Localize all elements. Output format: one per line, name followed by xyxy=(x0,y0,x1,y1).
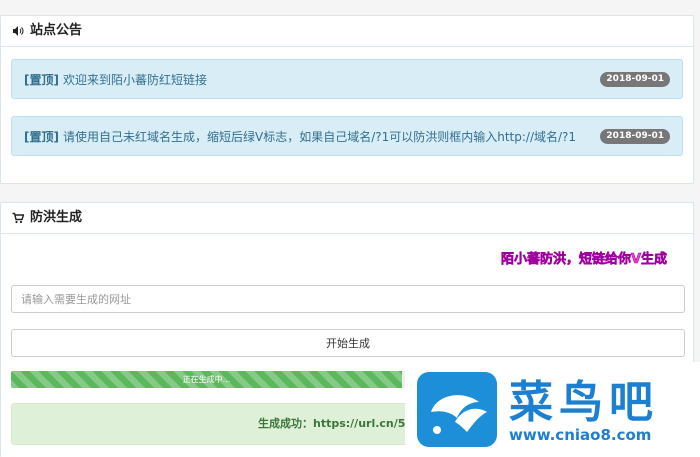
announcement-panel: 站点公告 [置顶] 欢迎来到陌小蕃防红短链接 2018-09-01 [置顶] 请… xyxy=(0,15,694,184)
date-badge: 2018-09-01 xyxy=(600,72,670,87)
cart-icon xyxy=(12,212,24,224)
notice-tag: [置顶] xyxy=(24,72,59,87)
announcement-header: 站点公告 xyxy=(1,16,693,47)
watermark-url: www.cniao8.com xyxy=(509,426,652,444)
notice-tag: [置顶] xyxy=(24,129,59,144)
notice-item: [置顶] 请使用自己未红域名生成，缩短后绿V标志，如果自己域名/?1可以防洪则框… xyxy=(11,116,683,156)
generator-title: 防洪生成 xyxy=(30,210,83,225)
generate-button[interactable]: 开始生成 xyxy=(11,329,685,357)
notice-text: 请使用自己未红域名生成，缩短后绿V标志，如果自己域名/?1可以防洪则框内输入ht… xyxy=(62,129,577,144)
notice-text: 欢迎来到陌小蕃防红短链接 xyxy=(62,72,207,87)
watermark-name: 菜鸟吧 xyxy=(509,377,659,428)
generator-header: 防洪生成 xyxy=(1,203,693,234)
announcement-title: 站点公告 xyxy=(30,23,83,38)
speaker-icon xyxy=(13,26,24,36)
notice-item: [置顶] 欢迎来到陌小蕃防红短链接 2018-09-01 xyxy=(11,59,683,99)
bird-logo-icon xyxy=(417,372,497,447)
progress-bar: 正在生成中... xyxy=(11,371,402,388)
marquee-text: 陌小蕃防洪，短链给你V生成 xyxy=(501,252,668,268)
watermark-logo: 菜鸟吧 www.cniao8.com xyxy=(405,362,700,457)
date-badge: 2018-09-01 xyxy=(600,129,670,144)
url-input[interactable] xyxy=(11,285,685,313)
